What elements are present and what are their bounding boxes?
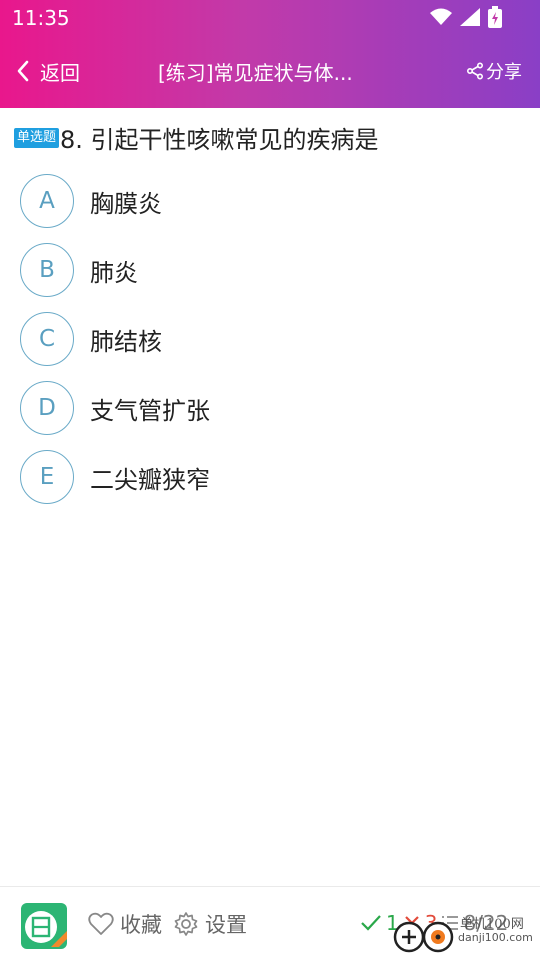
heart-icon <box>88 912 114 935</box>
option-text: 肺结核 <box>90 327 162 356</box>
share-button[interactable]: 分享 <box>466 58 522 84</box>
app-header: 11:35 返回 [练习]常见症状与体... 分享 <box>0 0 540 108</box>
bottom-toolbar: 收藏 设置 1 3 8/22 单机100网 danji100.com <box>0 886 540 961</box>
status-bar: 11:35 <box>0 0 540 36</box>
option-letter: D <box>20 381 74 435</box>
check-icon <box>361 915 381 931</box>
option-e[interactable]: E 二尖瓣狭窄 <box>20 448 520 506</box>
status-icons <box>430 6 502 28</box>
option-c[interactable]: C 肺结核 <box>20 310 520 368</box>
settings-label: 设置 <box>205 913 247 937</box>
option-text: 二尖瓣狭窄 <box>90 465 210 494</box>
back-button[interactable]: 返回 <box>16 56 80 86</box>
settings-button[interactable]: 设置 <box>173 909 247 939</box>
watermark-line2: danji100.com <box>458 931 533 944</box>
option-letter: E <box>20 450 74 504</box>
watermark: 单机100网 danji100.com <box>390 917 540 959</box>
option-text: 肺炎 <box>90 258 138 287</box>
favorite-button[interactable]: 收藏 <box>88 909 162 939</box>
option-text: 胸膜炎 <box>90 189 162 218</box>
question-type-badge: 单选题 <box>14 127 60 148</box>
status-time: 11:35 <box>12 6 70 30</box>
share-label: 分享 <box>486 62 522 83</box>
option-d[interactable]: D 支气管扩张 <box>20 379 520 437</box>
option-letter: A <box>20 174 74 228</box>
chevron-left-icon <box>17 60 29 82</box>
option-text: 支气管扩张 <box>90 396 210 425</box>
page-title: [练习]常见症状与体... <box>158 61 353 85</box>
gear-icon <box>174 912 198 936</box>
options-list: A 胸膜炎 B 肺炎 C 肺结核 D 支气管扩张 E 二尖瓣狭窄 <box>20 172 520 517</box>
app-logo[interactable] <box>21 903 67 949</box>
option-letter: B <box>20 243 74 297</box>
option-b[interactable]: B 肺炎 <box>20 241 520 299</box>
nav-bar: 返回 [练习]常见症状与体... 分享 <box>0 36 540 108</box>
favorite-label: 收藏 <box>120 913 162 937</box>
share-icon <box>466 62 484 80</box>
question-header: 单选题 8. 引起干性咳嗽常见的疾病是 <box>14 120 524 155</box>
battery-icon <box>488 6 502 28</box>
wifi-icon <box>430 8 452 25</box>
watermark-line1: 单机100网 <box>460 917 524 932</box>
signal-icon <box>460 8 480 26</box>
back-label: 返回 <box>40 60 80 85</box>
option-a[interactable]: A 胸膜炎 <box>20 172 520 230</box>
question-text: 8. 引起干性咳嗽常见的疾病是 <box>60 126 379 154</box>
option-letter: C <box>20 312 74 366</box>
